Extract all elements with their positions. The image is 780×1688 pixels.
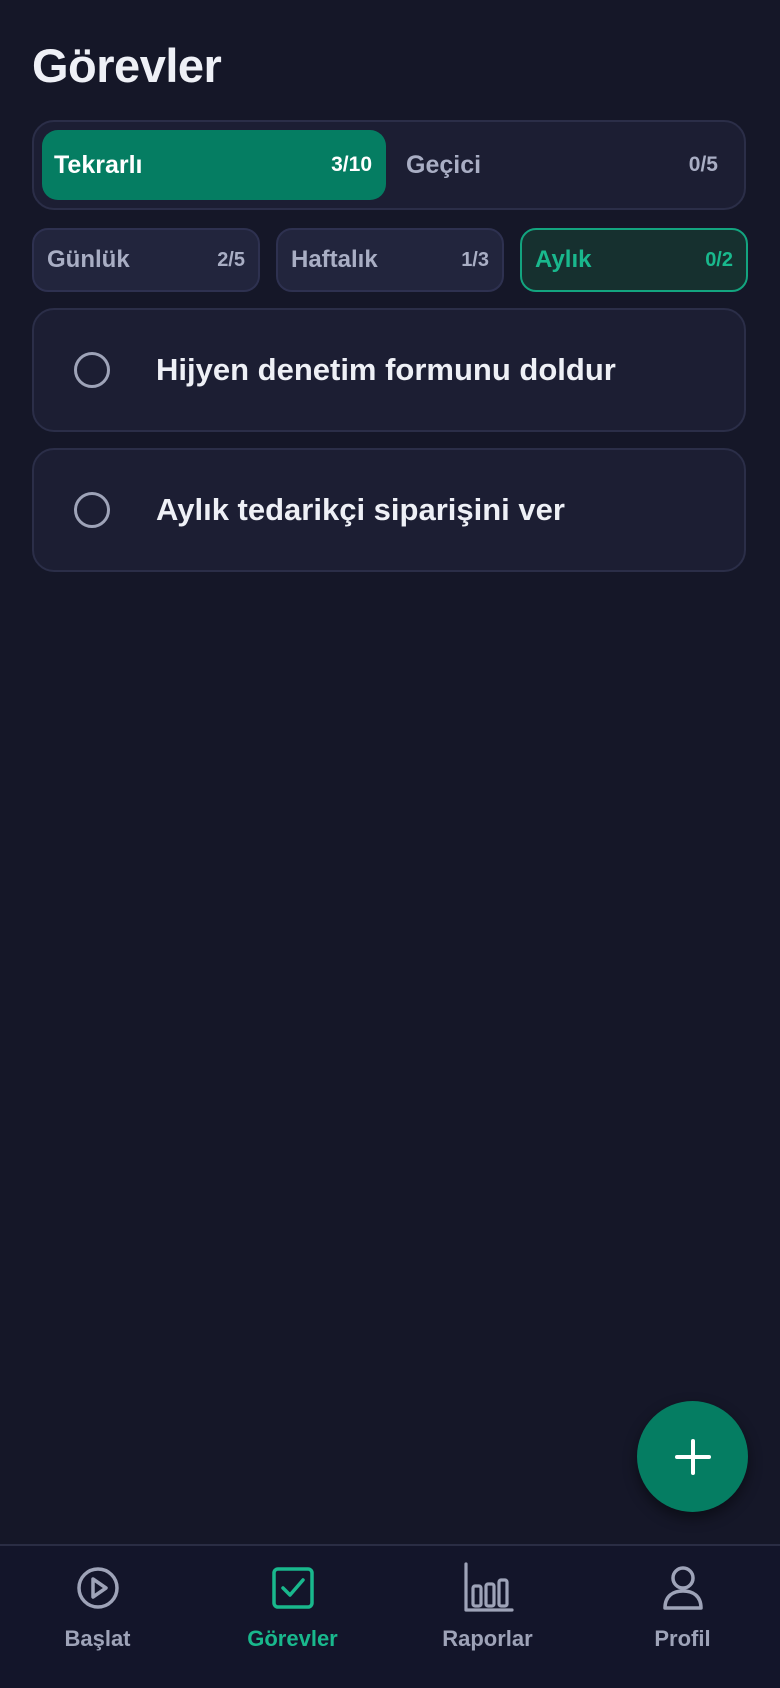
task-item[interactable]: Aylık tedarikçi siparişini ver [32, 448, 746, 572]
nav-item-profile[interactable]: Profil [585, 1546, 780, 1688]
nav-item-start-label: Başlat [64, 1626, 131, 1651]
add-task-button[interactable] [637, 1401, 748, 1512]
nav-item-reports[interactable]: Raporlar [390, 1546, 585, 1688]
period-chip-daily-label: Günlük [47, 246, 130, 273]
segment-recurring[interactable]: Tekrarlı 3/10 [42, 130, 386, 200]
task-title: Aylık tedarikçi siparişini ver [156, 492, 565, 527]
period-chip-monthly[interactable]: Aylık 0/2 [520, 228, 748, 292]
bottom-navigation: Başlat Görevler Raporlar Profil [0, 1544, 780, 1688]
task-item[interactable]: Hijyen denetim formunu doldur [32, 308, 746, 432]
task-type-segmented-control: Tekrarlı 3/10 Geçici 0/5 [32, 120, 746, 210]
nav-item-profile-label: Profil [654, 1626, 711, 1651]
play-circle-icon [76, 1567, 119, 1609]
user-icon [662, 1566, 703, 1610]
page-title: Görevler [32, 39, 222, 92]
checkbox-icon [271, 1567, 314, 1609]
segment-temporary[interactable]: Geçici 0/5 [394, 130, 738, 200]
period-chip-monthly-label: Aylık [535, 246, 592, 273]
period-chip-weekly[interactable]: Haftalık 1/3 [276, 228, 504, 292]
segment-temporary-count: 0/5 [688, 153, 718, 176]
nav-item-reports-label: Raporlar [442, 1626, 533, 1651]
period-chip-daily[interactable]: Günlük 2/5 [32, 228, 260, 292]
segment-recurring-count: 3/10 [331, 153, 372, 176]
bar-chart-icon [463, 1562, 514, 1612]
task-title: Hijyen denetim formunu doldur [156, 352, 616, 387]
nav-item-tasks[interactable]: Görevler [195, 1546, 390, 1688]
segment-temporary-label: Geçici [406, 150, 482, 179]
period-chip-weekly-count: 1/3 [461, 248, 489, 271]
period-chip-weekly-label: Haftalık [291, 246, 378, 273]
period-chip-daily-count: 2/5 [217, 248, 245, 271]
tasks-screen: Görevler Tekrarlı 3/10 Geçici 0/5 Günlük… [0, 0, 780, 1688]
nav-item-tasks-label: Görevler [247, 1626, 338, 1651]
task-checkbox-icon[interactable] [74, 492, 110, 528]
task-checkbox-icon[interactable] [74, 352, 110, 388]
segment-recurring-label: Tekrarlı [54, 150, 143, 179]
plus-icon [674, 1438, 711, 1475]
nav-item-start[interactable]: Başlat [0, 1546, 195, 1688]
period-chip-monthly-count: 0/2 [705, 248, 733, 271]
